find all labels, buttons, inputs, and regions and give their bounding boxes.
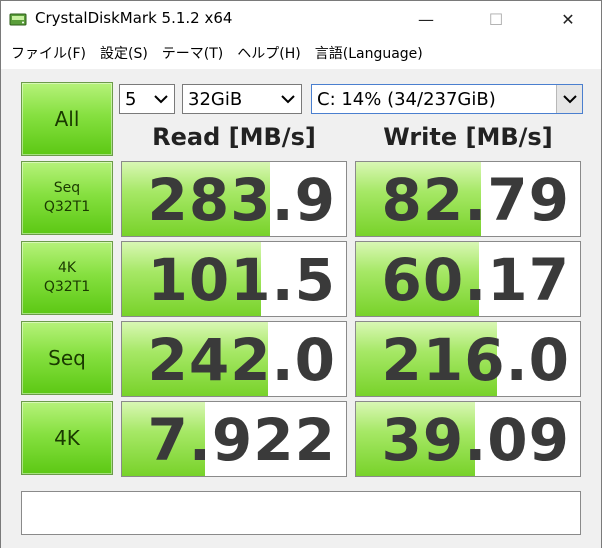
test-label-line1: 4K <box>54 426 80 450</box>
test-label-line1: Seq <box>53 180 81 196</box>
result-4k-read: 7.922 <box>121 401 347 477</box>
run-all-label: All <box>54 107 80 131</box>
result-seq-q32t1-write: 82.79 <box>355 161 581 237</box>
app-disk-icon <box>9 13 27 26</box>
menu-bar: ファイル(F) 設定(S) テーマ(T) ヘルプ(H) 言語(Language) <box>1 37 601 69</box>
result-seq-q32t1-read: 283.9 <box>121 161 347 237</box>
drive-value: C: 14% (34/237GiB) <box>317 88 496 110</box>
menu-language[interactable]: 言語(Language) <box>311 43 427 63</box>
result-value: 283.9 <box>147 166 336 234</box>
test-count-value: 5 <box>125 88 137 110</box>
menu-help[interactable]: ヘルプ(H) <box>233 43 304 63</box>
test-count-select[interactable]: 5 <box>119 84 175 114</box>
menu-theme[interactable]: テーマ(T) <box>158 43 227 63</box>
menu-settings[interactable]: 設定(S) <box>96 43 152 63</box>
window-title: CrystalDiskMark 5.1.2 x64 <box>35 9 233 27</box>
result-value: 39.09 <box>381 406 570 474</box>
maximize-button[interactable]: ☐ <box>473 1 519 37</box>
comment-field[interactable] <box>21 491 581 535</box>
chevron-down-icon <box>556 85 582 113</box>
write-column-header: Write [MB/s] <box>383 123 553 151</box>
title-bar: CrystalDiskMark 5.1.2 x64 — ☐ ✕ <box>1 1 601 37</box>
menu-file[interactable]: ファイル(F) <box>7 43 90 63</box>
result-seq-write: 216.0 <box>355 321 581 397</box>
chevron-down-icon <box>278 88 298 110</box>
minimize-button[interactable]: — <box>403 1 449 37</box>
run-seq-button[interactable]: Seq <box>21 321 113 395</box>
run-all-button[interactable]: All <box>21 82 113 156</box>
run-seq-q32t1-button[interactable]: Seq Q32T1 <box>21 161 113 235</box>
test-size-select[interactable]: 32GiB <box>182 84 302 114</box>
test-label-line1: 4K <box>57 260 77 276</box>
test-label-line1: Seq <box>48 346 86 370</box>
result-4k-q32t1-read: 101.5 <box>121 241 347 317</box>
result-4k-write: 39.09 <box>355 401 581 477</box>
app-window: CrystalDiskMark 5.1.2 x64 — ☐ ✕ ファイル(F) … <box>0 0 602 548</box>
test-label-line2: Q32T1 <box>43 279 91 295</box>
read-column-header: Read [MB/s] <box>152 123 316 151</box>
run-4k-button[interactable]: 4K <box>21 401 113 475</box>
result-value: 242.0 <box>147 326 336 394</box>
result-value: 101.5 <box>147 246 336 314</box>
result-seq-read: 242.0 <box>121 321 347 397</box>
close-button[interactable]: ✕ <box>545 1 591 37</box>
test-size-value: 32GiB <box>188 88 243 110</box>
result-value: 7.922 <box>147 406 336 474</box>
result-4k-q32t1-write: 60.17 <box>355 241 581 317</box>
result-value: 60.17 <box>381 246 570 314</box>
result-value: 216.0 <box>381 326 570 394</box>
test-label-line2: Q32T1 <box>43 199 91 215</box>
result-value: 82.79 <box>381 166 570 234</box>
drive-select[interactable]: C: 14% (34/237GiB) <box>311 84 583 114</box>
main-panel: All 5 32GiB C: 14% (34/237GiB) Read [MB/… <box>1 69 601 548</box>
run-4k-q32t1-button[interactable]: 4K Q32T1 <box>21 241 113 315</box>
chevron-down-icon <box>151 88 171 110</box>
